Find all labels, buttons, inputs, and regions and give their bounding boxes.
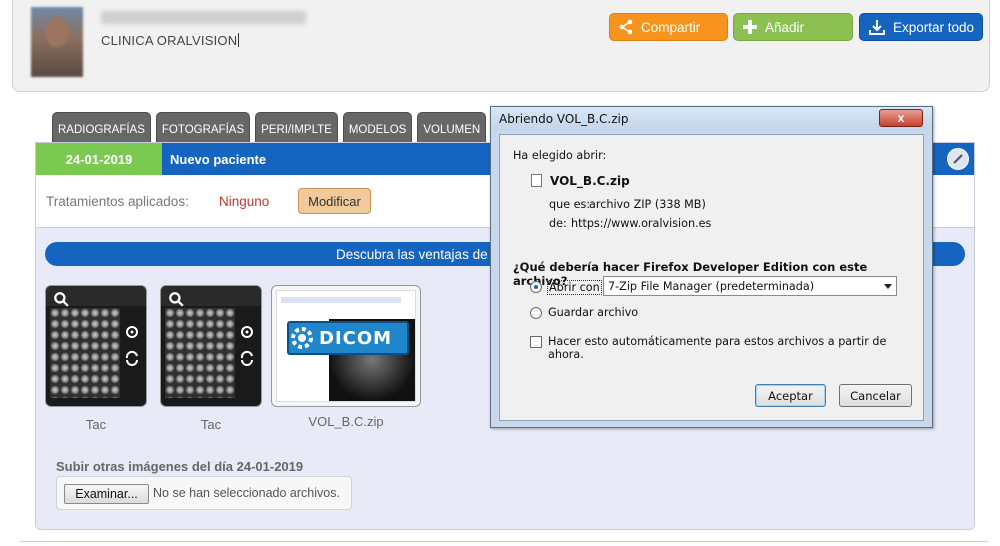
open-file-dialog: Abriendo VOL_B.C.zip x Ha elegido abrir:… xyxy=(490,106,933,428)
gear-icon xyxy=(291,327,313,349)
export-label: Exportar todo xyxy=(893,19,975,35)
zip-file-icon xyxy=(531,174,542,187)
modify-button[interactable]: Modificar xyxy=(298,188,371,214)
edit-icon[interactable] xyxy=(947,148,969,170)
add-label: Añadir xyxy=(765,19,805,35)
file-name: VOL_B.C.zip xyxy=(550,174,630,188)
category-tabs: RADIOGRAFÍAS FOTOGRAFÍAS PERI/IMPLTE MOD… xyxy=(52,112,491,142)
close-button[interactable]: x xyxy=(879,109,923,127)
center-icon[interactable] xyxy=(124,324,140,340)
tab-volumen[interactable]: VOLUMEN xyxy=(417,112,487,142)
rotate-icon[interactable] xyxy=(239,350,255,366)
accept-button[interactable]: Aceptar xyxy=(755,384,826,407)
share-button[interactable]: Compartir xyxy=(609,13,728,41)
source-value: https://www.oralvision.es xyxy=(571,217,712,230)
rotate-icon[interactable] xyxy=(124,350,140,366)
add-button[interactable]: Añadir xyxy=(733,13,853,41)
export-all-button[interactable]: Exportar todo xyxy=(859,13,983,41)
close-icon: x xyxy=(897,111,905,125)
open-with-app-select[interactable]: 7-Zip File Manager (predeterminada) xyxy=(603,276,897,296)
open-with-label[interactable]: Abrir con xyxy=(547,280,602,295)
file-type-label: que es: xyxy=(549,198,591,211)
dialog-body: Ha elegido abrir: VOL_B.C.zip que es: ar… xyxy=(499,134,924,421)
cancel-button[interactable]: Cancelar xyxy=(839,384,912,407)
study-date: 24-01-2019 xyxy=(36,143,162,175)
dialog-titlebar[interactable]: Abriendo VOL_B.C.zip xyxy=(491,107,932,131)
save-file-label[interactable]: Guardar archivo xyxy=(548,306,638,319)
dialog-title: Abriendo VOL_B.C.zip xyxy=(499,112,629,126)
center-icon[interactable] xyxy=(239,324,255,340)
promo-banner-text: Descubra las ventajas de xyxy=(336,246,488,262)
tab-modelos[interactable]: MODELOS xyxy=(342,112,413,142)
share-icon xyxy=(619,19,633,35)
open-with-radio[interactable] xyxy=(530,281,542,293)
ct-thumbnail[interactable] xyxy=(45,285,147,407)
auto-checkbox[interactable] xyxy=(530,336,542,348)
panel-title: Nuevo paciente xyxy=(170,152,267,167)
thumbnail-label: Tac xyxy=(200,417,222,432)
tab-peri-implte[interactable]: PERI/IMPLTE xyxy=(255,112,338,142)
dicom-logo-text: DICOM xyxy=(319,327,393,349)
tab-radiografias[interactable]: RADIOGRAFÍAS xyxy=(52,112,151,142)
ct-thumbnail[interactable] xyxy=(160,285,262,407)
file-status: No se han seleccionado archivos. xyxy=(153,486,340,500)
plus-icon xyxy=(743,20,757,34)
dicom-thumbnail[interactable]: DICOM xyxy=(271,285,421,407)
file-upload: Examinar... No se han seleccionado archi… xyxy=(56,476,352,510)
thumbnail-label: Tac xyxy=(85,417,107,432)
auto-label[interactable]: Hacer esto automáticamente para estos ar… xyxy=(548,335,923,361)
upload-title: Subir otras imágenes del día 24-01-2019 xyxy=(56,459,304,474)
share-label: Compartir xyxy=(641,19,701,35)
zoom-icon[interactable] xyxy=(53,291,69,307)
treatments-value: Ninguno xyxy=(219,194,270,209)
dicom-logo: DICOM xyxy=(287,321,409,355)
file-type-value: archivo ZIP (338 MB) xyxy=(589,198,706,211)
patient-header: CLINICA ORALVISION Compartir Añadir Expo… xyxy=(12,0,990,92)
dicom-file-label: VOL_B.C.zip xyxy=(308,414,384,429)
avatar xyxy=(31,7,83,77)
chevron-down-icon xyxy=(884,284,892,289)
patient-name-redacted xyxy=(101,11,306,24)
chosen-label: Ha elegido abrir: xyxy=(513,149,607,162)
source-label: de: xyxy=(549,217,567,230)
save-file-radio[interactable] xyxy=(530,307,542,319)
zoom-icon[interactable] xyxy=(168,291,184,307)
tab-fotografias[interactable]: FOTOGRAFÍAS xyxy=(155,112,251,142)
download-icon xyxy=(869,20,885,35)
browse-button[interactable]: Examinar... xyxy=(64,484,149,504)
clinic-name: CLINICA ORALVISION xyxy=(101,33,238,48)
divider xyxy=(20,541,988,542)
treatments-label: Tratamientos aplicados: xyxy=(46,194,189,209)
selected-app: 7-Zip File Manager (predeterminada) xyxy=(608,279,815,293)
